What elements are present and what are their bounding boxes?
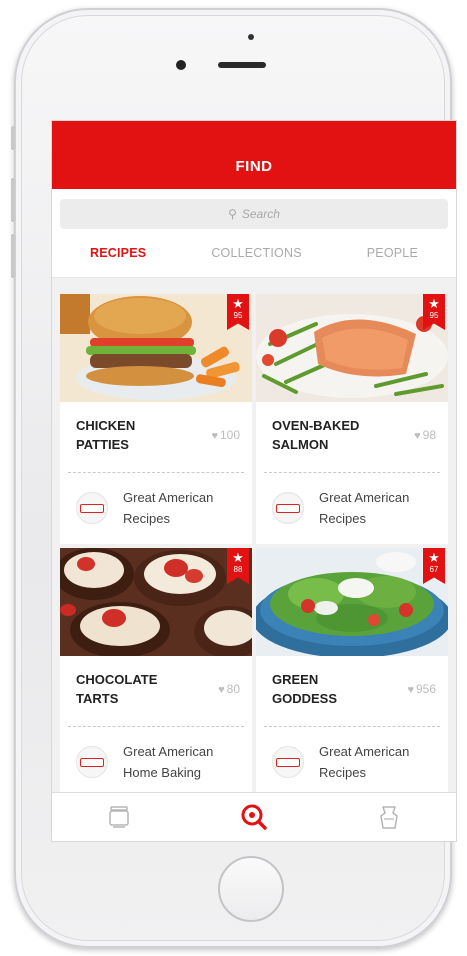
tarts-photo: ★ 88 (60, 548, 252, 656)
publisher-logo (76, 492, 108, 524)
volume-down-button (11, 234, 15, 278)
rating-value: 95 (429, 311, 439, 320)
recipe-source[interactable]: Great American Home Baking (60, 727, 252, 783)
nav-cook[interactable] (99, 797, 139, 837)
proximity-sensor (248, 34, 254, 40)
tab-people[interactable]: PEOPLE (367, 246, 418, 260)
publisher-logo (272, 746, 304, 778)
recipe-info: OVEN-BAKED SALMON ♥ 98 (256, 402, 448, 466)
heart-icon: ♥ (407, 684, 414, 696)
search-icon: ⚲ (228, 207, 237, 221)
publisher-name: Great American Recipes (123, 490, 214, 526)
salmon-photo: ★ 95 (256, 294, 448, 402)
page-title: FIND (235, 157, 273, 175)
recipe-source[interactable]: Great American Recipes (256, 727, 448, 783)
recipe-source[interactable]: Great American Recipes (256, 473, 448, 529)
nav-find[interactable] (234, 797, 274, 837)
like-count[interactable]: ♥ 80 (218, 682, 240, 720)
earpiece-speaker (218, 62, 266, 68)
recipe-card[interactable]: ★ 95 CHICKEN PATTIES ♥ 100 Great American… (60, 294, 252, 544)
mute-switch (11, 126, 15, 150)
recipe-grid: ★ 95 CHICKEN PATTIES ♥ 100 Great American… (60, 294, 448, 798)
cooking-pot-icon (109, 806, 130, 828)
recipe-title: OVEN-BAKED SALMON (272, 418, 360, 452)
star-icon: ★ (428, 296, 440, 311)
like-value: 98 (422, 428, 436, 442)
star-icon: ★ (232, 296, 244, 311)
heart-icon: ♥ (414, 430, 421, 442)
search-input[interactable]: ⚲ Search (60, 199, 448, 229)
heart-icon: ♥ (218, 684, 225, 696)
rating-value: 88 (233, 565, 243, 574)
recipe-info: CHOCOLATE TARTS ♥ 80 (60, 656, 252, 720)
like-value: 100 (219, 428, 240, 442)
logo-band (80, 503, 104, 513)
publisher-name: Great American Home Baking (123, 744, 214, 780)
find-search-icon (241, 804, 267, 830)
publisher-logo (272, 492, 304, 524)
recipe-source[interactable]: Great American Recipes (60, 473, 252, 529)
recipe-title: GREEN GODDESS (272, 672, 338, 706)
rating-value: 67 (429, 565, 439, 574)
star-icon: ★ (428, 550, 440, 565)
burger-photo: ★ 95 (60, 294, 252, 402)
logo-band (80, 757, 104, 767)
rating-value: 95 (233, 311, 243, 320)
recipe-title: CHOCOLATE TARTS (76, 672, 158, 706)
tab-bar: RECIPES COLLECTIONS PEOPLE (52, 229, 456, 278)
like-value: 956 (415, 682, 436, 696)
header-bar: FIND (52, 121, 456, 189)
like-count[interactable]: ♥ 956 (407, 682, 436, 720)
tab-recipes[interactable]: RECIPES (90, 246, 146, 260)
search-area: ⚲ Search (52, 189, 456, 229)
publisher-logo (76, 746, 108, 778)
chef-apron-icon (379, 806, 398, 829)
recipe-card[interactable]: ★ 95 OVEN-BAKED SALMON ♥ 98 Great America… (256, 294, 448, 544)
bottom-nav (52, 792, 456, 841)
nav-chef[interactable] (369, 797, 409, 837)
like-count[interactable]: ♥ 98 (414, 428, 436, 466)
publisher-name: Great American Recipes (319, 744, 410, 780)
search-placeholder: Search (241, 207, 280, 221)
front-camera (176, 60, 186, 70)
heart-icon: ♥ (211, 430, 218, 442)
home-button[interactable] (218, 856, 284, 922)
recipe-card[interactable]: ★ 88 CHOCOLATE TARTS ♥ 80 Great American … (60, 548, 252, 798)
recipe-info: GREEN GODDESS ♥ 956 (256, 656, 448, 720)
publisher-name: Great American Recipes (319, 490, 410, 526)
salad-photo: ★ 67 (256, 548, 448, 656)
like-count[interactable]: ♥ 100 (211, 428, 240, 466)
recipe-card[interactable]: ★ 67 GREEN GODDESS ♥ 956 Great American R… (256, 548, 448, 798)
tab-collections[interactable]: COLLECTIONS (211, 246, 301, 260)
recipe-title: CHICKEN PATTIES (76, 418, 136, 452)
volume-up-button (11, 178, 15, 222)
recipe-info: CHICKEN PATTIES ♥ 100 (60, 402, 252, 466)
app-screen: FIND ⚲ Search RECIPES COLLECTIONS PEOPLE (52, 121, 456, 841)
star-icon: ★ (232, 550, 244, 565)
like-value: 80 (226, 682, 240, 696)
logo-band (276, 757, 300, 767)
logo-band (276, 503, 300, 513)
